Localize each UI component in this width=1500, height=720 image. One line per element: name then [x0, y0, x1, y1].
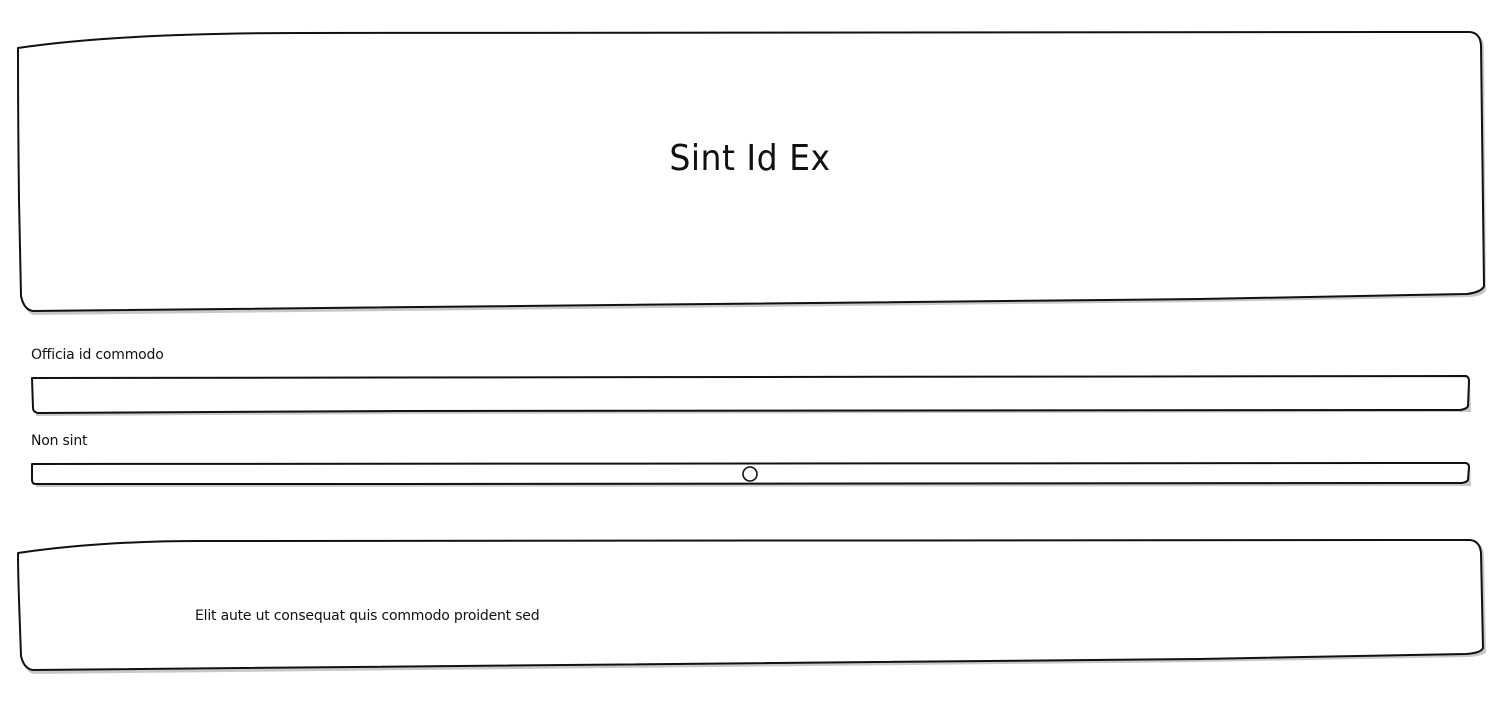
- text-field-label: Officia id commodo: [31, 347, 164, 363]
- footer-panel-outline: [17, 539, 1484, 671]
- text-input[interactable]: [34, 380, 1464, 412]
- range-field-label: Non sint: [31, 433, 88, 449]
- page: Sint Id Ex Officia id commodo Non sint E…: [0, 0, 1500, 720]
- page-title: Sint Id Ex: [669, 138, 831, 179]
- range-slider[interactable]: [32, 463, 1468, 485]
- range-slider-thumb[interactable]: [742, 466, 758, 482]
- footer-text: Elit aute ut consequat quis commodo proi…: [195, 608, 540, 624]
